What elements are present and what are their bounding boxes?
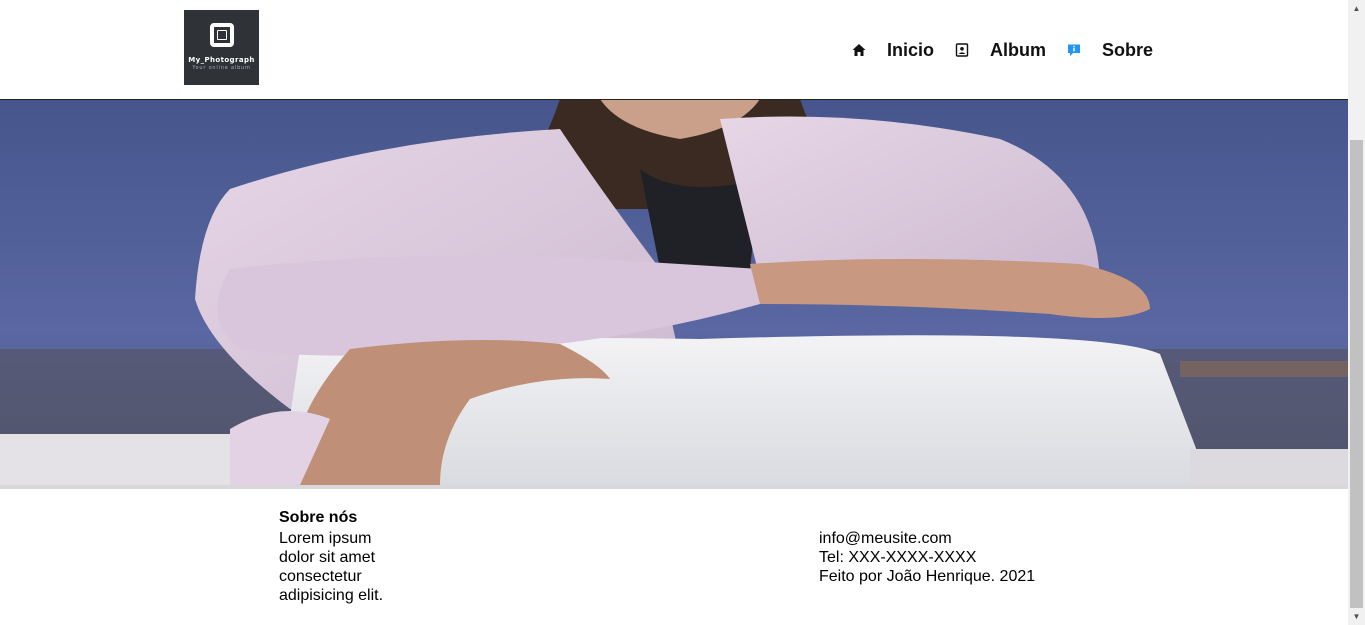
- nav-label-sobre: Sobre: [1101, 39, 1153, 60]
- hero-photo: [0, 99, 1348, 485]
- site-footer: Sobre nós Lorem ipsum dolor sit amet con…: [0, 489, 1348, 625]
- page-scrollbar[interactable]: ▲ ▼: [1348, 0, 1365, 625]
- nav-item-album[interactable]: Album: [954, 40, 1046, 61]
- about-title: Sobre nós: [279, 509, 358, 526]
- site-logo[interactable]: My_Photograph Your online album: [184, 10, 259, 85]
- main-nav: Inicio Album Sobre: [831, 38, 1153, 62]
- logo-tagline: Your online album: [192, 65, 251, 71]
- scroll-thumb[interactable]: [1350, 140, 1363, 608]
- nav-label-inicio: Inicio: [886, 39, 934, 60]
- site-header: My_Photograph Your online album Inicio A…: [0, 0, 1348, 100]
- hero-illustration: [0, 99, 1348, 485]
- contact-phone: Tel: XXX-XXXX-XXXX: [819, 549, 977, 566]
- logo-frame-icon: [209, 23, 234, 47]
- footer-credit: Feito por João Henrique. 2021: [819, 568, 1036, 585]
- nav-label-album: Album: [989, 39, 1046, 60]
- nav-item-sobre[interactable]: Sobre: [1066, 40, 1153, 61]
- scroll-down-arrow-icon[interactable]: ▼: [1348, 608, 1365, 625]
- album-icon: [954, 42, 970, 58]
- logo-name: My_Photograph: [188, 56, 255, 64]
- contact-info: info@meusite.com Tel: XXX-XXXX-XXXX Feit…: [819, 529, 1035, 586]
- contact-email[interactable]: info@meusite.com: [819, 529, 1035, 548]
- scroll-up-arrow-icon[interactable]: ▲: [1348, 0, 1365, 17]
- info-icon: [1066, 42, 1082, 58]
- home-icon: [851, 42, 867, 58]
- about-text: Lorem ipsum dolor sit amet consectetur a…: [279, 530, 384, 604]
- nav-item-inicio[interactable]: Inicio: [851, 40, 934, 61]
